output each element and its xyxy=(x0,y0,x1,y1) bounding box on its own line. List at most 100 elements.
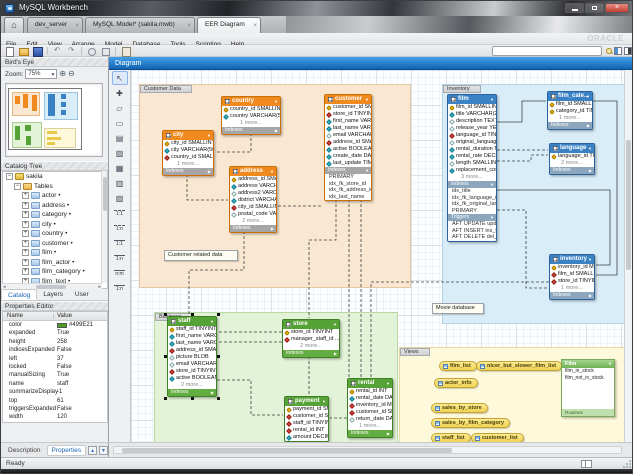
table-column[interactable]: first_name VARCH... xyxy=(168,333,216,340)
section-indexes-collapsed[interactable]: Indexes▶ xyxy=(283,350,339,357)
canvas-vertical-scrollbar[interactable] xyxy=(624,70,632,442)
table-column[interactable]: customer_id SMALL... xyxy=(325,104,371,111)
section-indexes-collapsed[interactable]: Indexes▶ xyxy=(550,292,594,299)
layout-icon[interactable] xyxy=(581,460,592,468)
table-column[interactable]: staff_id TINYINT xyxy=(285,420,328,427)
table-column[interactable]: store_id TINYINT xyxy=(550,278,594,285)
table-column[interactable]: replacement_cost D... xyxy=(448,167,496,174)
table-column[interactable]: address_id SMAL... xyxy=(168,347,216,354)
table-column[interactable]: payment_id SMA... xyxy=(285,406,328,413)
more-columns[interactable]: 2 more... xyxy=(230,218,276,225)
more-columns[interactable]: 2 more... xyxy=(168,382,216,389)
table-column[interactable]: first_name VARCHA... xyxy=(325,118,371,125)
toggle-grid-icon[interactable] xyxy=(85,46,97,56)
table-film_cate[interactable]: film_cate...▼film_id SMALLINTcategory_id… xyxy=(547,91,593,130)
view-actor_info[interactable]: actor_info xyxy=(434,378,478,388)
table-column[interactable]: country VARCHAR(50) xyxy=(222,113,280,120)
pointer-tool[interactable]: ↖ xyxy=(112,71,128,85)
expander-icon[interactable]: + xyxy=(22,211,29,218)
table-column[interactable]: original_language_i... xyxy=(448,139,496,146)
section-indexes-collapsed[interactable]: Indexes▶ xyxy=(230,225,276,232)
selection-handle[interactable] xyxy=(164,313,167,316)
expander-icon[interactable]: + xyxy=(22,192,29,199)
open-model-icon[interactable] xyxy=(17,46,29,56)
section-item[interactable]: AFT DELETE del_film xyxy=(448,234,496,241)
section-indexes-collapsed[interactable]: Indexes▶ xyxy=(550,167,594,174)
redo-icon[interactable]: ↷ xyxy=(65,46,77,56)
table-column[interactable]: language_id TINYINT xyxy=(448,132,496,139)
property-row-indicesExpanded[interactable]: indicesExpandedFalse xyxy=(3,346,107,354)
expander-icon[interactable]: − xyxy=(14,183,21,190)
section-indexes-collapsed[interactable]: Indexes▶ xyxy=(222,127,280,134)
routine-item[interactable]: film_not_in_stock xyxy=(562,375,614,382)
table-tool[interactable]: ▦ xyxy=(112,161,128,175)
property-row-expanded[interactable]: expandedTrue xyxy=(3,329,107,337)
minimap-viewport[interactable] xyxy=(8,88,82,150)
table-column[interactable]: email VARCHAR(50) xyxy=(168,361,216,368)
new-document-icon[interactable] xyxy=(3,46,15,56)
note-customer-related-data[interactable]: Customer related data xyxy=(164,250,238,261)
rel-1n-existing-tool[interactable]: 1:n xyxy=(112,281,128,295)
more-columns[interactable]: 1 more... xyxy=(222,120,280,127)
close-button[interactable]: × xyxy=(605,3,629,13)
property-row-locked[interactable]: lockedFalse xyxy=(3,363,107,371)
property-row-summarizeDisplay[interactable]: summarizeDisplay-1 xyxy=(3,388,107,396)
table-country[interactable]: country▼country_id SMALLINTcountry VARCH… xyxy=(221,96,281,135)
selection-handle[interactable] xyxy=(164,355,167,358)
table-rental[interactable]: rental▼rental_id INTrental_date DATE...i… xyxy=(347,378,393,438)
layer-tool[interactable]: ▭ xyxy=(112,116,128,130)
more-columns[interactable]: 1 more... xyxy=(550,285,594,292)
canvas-horizontal-scrollbar[interactable] xyxy=(113,446,622,454)
routine-group-tool[interactable]: ▧ xyxy=(112,191,128,205)
table-column[interactable]: district VARCHAR(20) xyxy=(230,197,276,204)
table-column[interactable]: last_name VARCH... xyxy=(168,340,216,347)
property-row-left[interactable]: left37 xyxy=(3,355,107,363)
more-columns[interactable]: 3 more... xyxy=(448,174,496,181)
section-indexes-collapsed[interactable]: Indexes▶ xyxy=(163,168,213,175)
hand-tool[interactable]: ✚ xyxy=(112,86,128,100)
birds-eye-minimap[interactable] xyxy=(5,83,103,157)
close-icon[interactable]: × xyxy=(75,19,79,33)
table-customer[interactable]: customer▼customer_id SMALL...store_id TI… xyxy=(324,94,372,201)
table-column[interactable]: amount DECIMA... xyxy=(285,434,328,441)
sidebar-tab-catalog[interactable]: Catalog xyxy=(1,289,37,300)
toggle-page-icon[interactable] xyxy=(99,46,111,56)
image-tool[interactable]: ▨ xyxy=(112,146,128,160)
more-columns[interactable]: 1 more... xyxy=(548,115,592,122)
table-column[interactable]: postal_code VARCH... xyxy=(230,211,276,218)
table-column[interactable]: store_id TINYINT xyxy=(325,111,371,118)
table-column[interactable]: active BOOLEAN xyxy=(168,375,216,382)
more-columns[interactable]: 2 more... xyxy=(283,343,339,350)
property-row-height[interactable]: height258 xyxy=(3,338,107,346)
section-item[interactable]: idx_last_name xyxy=(325,194,371,201)
section-item[interactable]: idx_fk_original_langua... xyxy=(448,201,496,208)
tree-node-table-actor[interactable]: +actor • xyxy=(3,191,107,201)
table-column[interactable]: rental_date DATE... xyxy=(348,395,392,402)
table-column[interactable]: title VARCHAR(255) xyxy=(448,111,496,118)
table-column[interactable]: film_id SMALLINT xyxy=(548,101,592,108)
table-column[interactable]: address2 VARCHAR(... xyxy=(230,190,276,197)
paste-clipboard-icon[interactable] xyxy=(119,46,131,56)
table-column[interactable]: customer_id SMA... xyxy=(348,409,392,416)
table-column[interactable]: language_id TINY... xyxy=(550,153,594,160)
selection-handle[interactable] xyxy=(164,397,167,400)
section-indexes[interactable]: Indexes▼ xyxy=(325,167,371,174)
table-column[interactable]: rental_rate DECIMA... xyxy=(448,153,496,160)
document-tab-dev-server[interactable]: dev_server× xyxy=(27,17,83,33)
table-column[interactable]: manager_staff_id ... xyxy=(283,336,339,343)
rel-11-nonidentifying-tool[interactable]: 1:1 xyxy=(112,206,128,220)
view-film_list[interactable]: film_list xyxy=(439,361,477,371)
table-staff[interactable]: staff▼staff_id TINYINTfirst_name VARCH..… xyxy=(167,316,217,397)
more-columns[interactable]: 1 more... xyxy=(163,161,213,168)
table-column[interactable]: city_id SMALLINT xyxy=(230,204,276,211)
table-column[interactable]: last_name VARCHA... xyxy=(325,125,371,132)
section-indexes-collapsed[interactable]: Indexes▶ xyxy=(348,430,392,437)
rel-1n-identifying-tool[interactable]: 1:n xyxy=(112,251,128,265)
section-triggers[interactable]: Triggers▼ xyxy=(448,214,496,221)
table-column[interactable]: inventory_id MEDI... xyxy=(348,402,392,409)
table-city[interactable]: city▼city_id SMALLINTcity VARCHAR(50)cou… xyxy=(162,130,214,176)
expander-icon[interactable]: + xyxy=(22,202,29,209)
section-item[interactable]: AFT UPDATE upd_film xyxy=(448,221,496,228)
minimize-button[interactable] xyxy=(565,3,584,13)
property-row-top[interactable]: top61 xyxy=(3,397,107,405)
